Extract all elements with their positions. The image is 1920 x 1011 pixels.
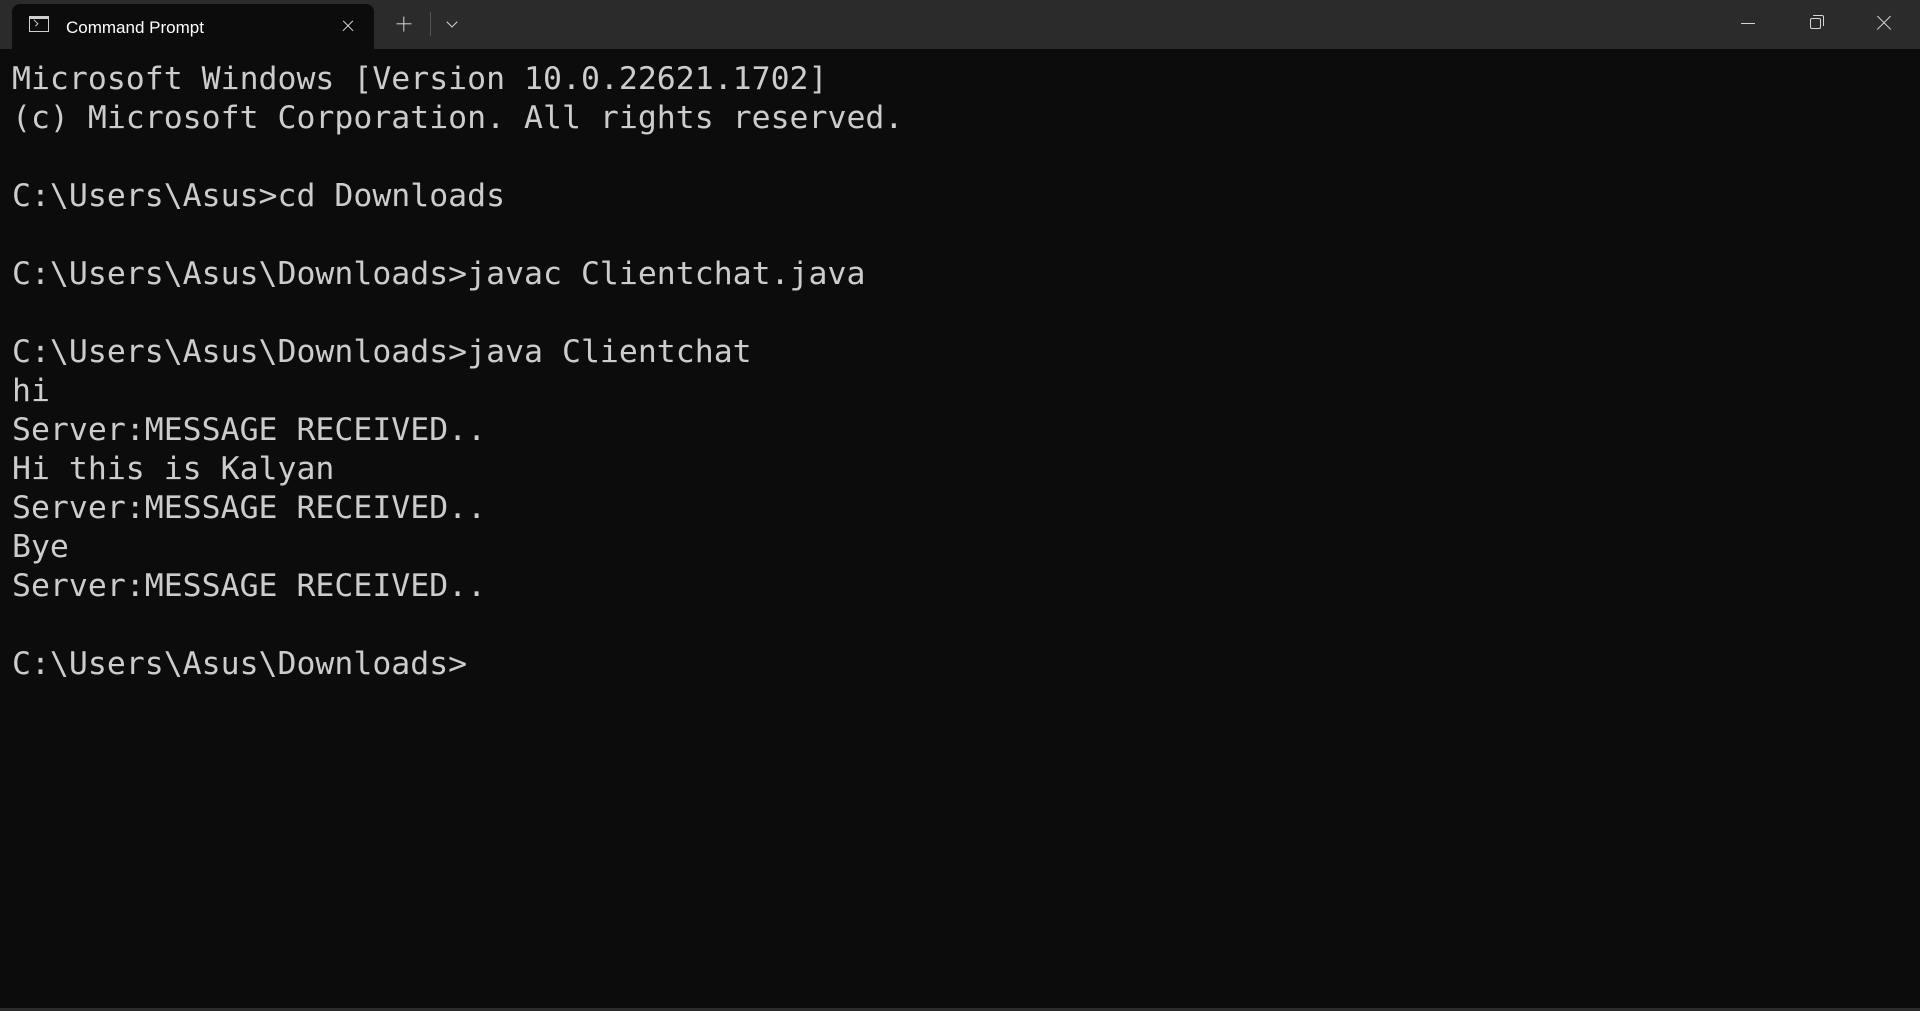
console-line: Bye [12, 529, 69, 565]
tab-divider [430, 12, 431, 36]
command-prompt-window: Command Prompt Microsoft Windows [Versio… [0, 0, 1920, 1011]
console-line: Server:MESSAGE RECEIVED.. [12, 490, 487, 526]
console-line: C:\Users\Asus>cd Downloads [12, 178, 506, 214]
console-line: C:\Users\Asus\Downloads>javac Clientchat… [12, 256, 866, 292]
console-line: Hi this is Kalyan [12, 451, 335, 487]
console-line: hi [12, 373, 50, 409]
console-line: Server:MESSAGE RECEIVED.. [12, 412, 487, 448]
console-line: (c) Microsoft Corporation. All rights re… [12, 100, 904, 136]
terminal-icon [29, 16, 49, 32]
minimize-icon[interactable] [1714, 0, 1782, 47]
title-bar[interactable]: Command Prompt [0, 0, 1920, 49]
close-icon[interactable] [338, 16, 358, 36]
console-line: C:\Users\Asus\Downloads> [12, 646, 468, 682]
console-line: C:\Users\Asus\Downloads>java Clientchat [12, 334, 752, 370]
console-line: Server:MESSAGE RECEIVED.. [12, 568, 487, 604]
close-icon [1874, 13, 1894, 33]
restore-icon[interactable] [1782, 0, 1850, 47]
close-window-button[interactable] [1850, 0, 1918, 47]
tab-command-prompt[interactable]: Command Prompt [12, 4, 374, 49]
chevron-down-icon[interactable] [440, 12, 464, 36]
tab-title: Command Prompt [66, 18, 204, 37]
console-output[interactable]: Microsoft Windows [Version 10.0.22621.17… [12, 60, 1902, 1000]
console-line: Microsoft Windows [Version 10.0.22621.17… [12, 61, 828, 97]
plus-icon[interactable] [392, 12, 416, 36]
